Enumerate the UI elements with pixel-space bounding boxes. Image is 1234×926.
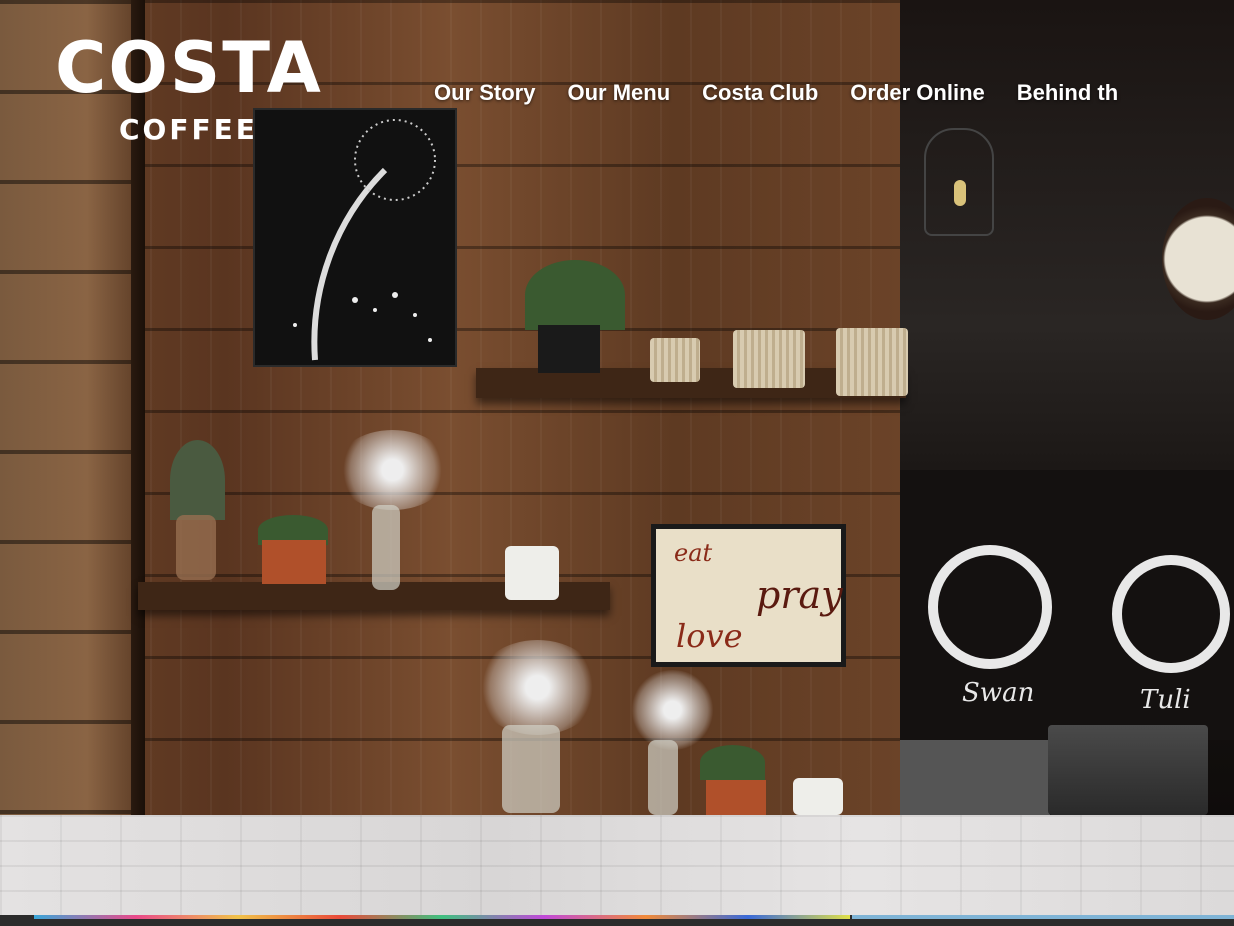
- costa-coffee-logo[interactable]: COSTA COFFEE: [55, 30, 345, 150]
- nav-behind-the-scenes[interactable]: Behind th: [1017, 76, 1118, 110]
- brick-counter-band: [0, 815, 1234, 915]
- eat-pray-love-sign: eat pray love: [651, 524, 846, 667]
- nav-costa-club[interactable]: Costa Club: [702, 76, 818, 110]
- nav-our-menu[interactable]: Our Menu: [567, 76, 670, 110]
- next-section-edge: [0, 915, 1234, 926]
- counter: [900, 740, 1050, 815]
- basket: [650, 338, 700, 382]
- basket: [733, 330, 805, 388]
- logo-tagline: COFFEE: [119, 113, 258, 146]
- dried-flowers: [335, 430, 450, 510]
- plant: [525, 260, 625, 330]
- plant: [170, 440, 225, 520]
- candle-jar: [793, 778, 843, 815]
- tulip-latte-art: [1112, 555, 1230, 673]
- vase: [502, 725, 560, 813]
- colorful-image-edge: [34, 915, 850, 919]
- main-nav: Our Story Our Menu Costa Club Order Onli…: [434, 76, 1150, 110]
- swan-label: Swan: [962, 678, 1035, 708]
- blue-image-edge: [852, 915, 1234, 919]
- sign-eat: eat: [674, 539, 713, 567]
- pendant-lamp: [924, 128, 994, 236]
- swan-latte-art: [928, 545, 1052, 669]
- plant-pot: [538, 325, 600, 373]
- sign-love: love: [676, 617, 743, 655]
- nav-order-online[interactable]: Order Online: [850, 76, 984, 110]
- espresso-machine: [1048, 725, 1208, 815]
- vase: [176, 515, 216, 580]
- candle-jar: [505, 546, 559, 600]
- plant-pot: [706, 780, 766, 815]
- nav-our-story[interactable]: Our Story: [434, 76, 535, 110]
- vase: [372, 505, 400, 590]
- dried-flowers: [630, 670, 715, 750]
- sign-pray: pray: [756, 573, 843, 617]
- logo-wordmark: COSTA: [55, 27, 323, 109]
- basket: [836, 328, 908, 396]
- vase: [648, 740, 678, 815]
- plant: [700, 745, 765, 780]
- tulip-label: Tuli: [1140, 685, 1191, 715]
- plant-pot: [262, 540, 326, 584]
- dried-flowers: [475, 640, 600, 735]
